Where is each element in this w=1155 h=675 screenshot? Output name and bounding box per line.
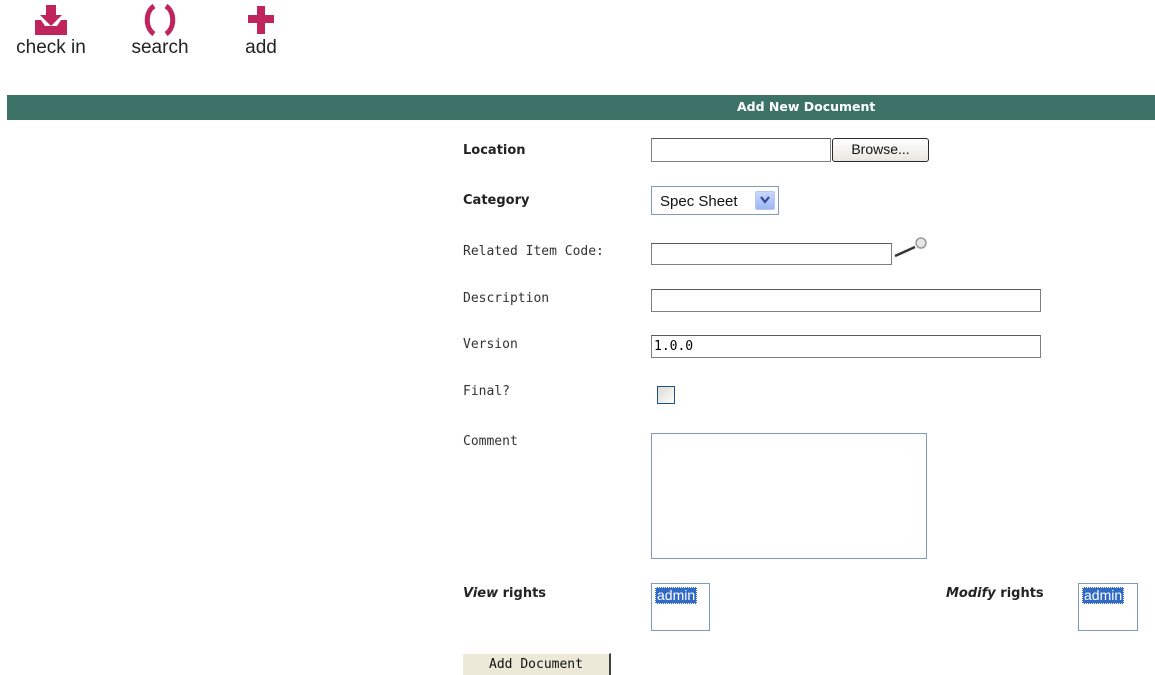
related-item-code-label: Related Item Code: — [463, 244, 604, 259]
view-rights-emphasis: View — [463, 586, 499, 601]
add-label: add — [245, 37, 277, 58]
search-label: search — [131, 37, 189, 58]
comment-label: Comment — [463, 434, 518, 449]
location-file-input[interactable] — [651, 138, 831, 162]
final-label: Final? — [463, 384, 510, 399]
form-header-bar: Add New Document — [7, 95, 1155, 120]
description-input[interactable] — [651, 289, 1041, 312]
search-button[interactable]: search — [122, 4, 198, 58]
parentheses-search-icon — [144, 4, 176, 36]
magnifier-icon[interactable] — [893, 236, 927, 260]
description-label: Description — [463, 291, 550, 306]
chevron-down-icon — [760, 196, 770, 204]
related-item-code-input[interactable] — [651, 243, 892, 265]
view-rights-label: View rights — [463, 586, 546, 601]
browse-button[interactable]: Browse... — [832, 138, 929, 162]
dropdown-arrow[interactable] — [755, 191, 775, 210]
add-button[interactable]: add — [236, 4, 286, 58]
add-document-button[interactable]: Add Document — [462, 653, 611, 675]
modify-rights-emphasis: Modify — [946, 586, 996, 601]
category-label: Category — [463, 193, 530, 208]
location-label: Location — [463, 143, 526, 158]
plus-icon — [248, 6, 274, 34]
modify-rights-rest: rights — [995, 586, 1044, 601]
final-checkbox[interactable] — [657, 386, 675, 404]
form-title: Add New Document — [737, 99, 876, 114]
version-input[interactable] — [651, 335, 1041, 358]
category-selected-value: Spec Sheet — [660, 193, 738, 210]
modify-rights-label: Modify rights — [946, 586, 1044, 601]
modify-rights-listbox[interactable]: admin — [1078, 583, 1138, 631]
check-in-button[interactable]: check in — [8, 4, 94, 58]
category-select[interactable]: Spec Sheet — [651, 186, 779, 215]
check-in-label: check in — [16, 37, 86, 58]
view-rights-listbox[interactable]: admin — [651, 583, 710, 631]
version-label: Version — [463, 337, 518, 352]
modify-rights-option-admin[interactable]: admin — [1082, 587, 1125, 604]
comment-textarea[interactable] — [651, 433, 927, 559]
check-in-tray-icon — [35, 5, 67, 35]
view-rights-option-admin[interactable]: admin — [655, 587, 698, 604]
view-rights-rest: rights — [498, 586, 547, 601]
